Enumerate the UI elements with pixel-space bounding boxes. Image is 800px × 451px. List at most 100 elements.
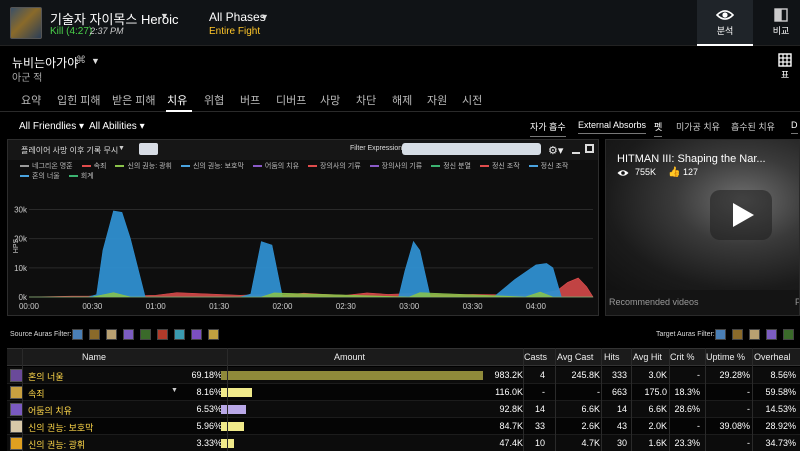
aura-icon[interactable] (140, 329, 151, 340)
tab-resources[interactable]: 자원 (427, 92, 447, 108)
y-tick-label: 0k (19, 293, 28, 302)
legend-item[interactable]: 정신 조작 (528, 162, 568, 172)
cell-overheal: 59.58% (765, 387, 796, 397)
aura-icon[interactable] (123, 329, 134, 340)
legend-item[interactable]: 장의사의 기류 (308, 162, 361, 172)
legend-swatch (180, 165, 190, 168)
col-amount[interactable]: Amount (334, 352, 365, 362)
legend-item[interactable]: 회계 (68, 172, 94, 182)
aura-icon[interactable] (732, 329, 743, 340)
tab-damage-done[interactable]: 입힌 피해 (57, 92, 101, 108)
tab-summary[interactable]: 요약 (21, 92, 41, 108)
phase-selector[interactable]: All Phases (209, 10, 266, 24)
graph-mode-select[interactable]: 플레이어 사망 이후 기록 무시 (21, 145, 118, 156)
series-area[interactable] (29, 210, 593, 298)
cell-hits: 663 (611, 387, 627, 397)
ability-name[interactable]: 어둠의 치유 (28, 404, 72, 417)
video-ad-panel[interactable]: HITMAN III: Shaping the Nar... 755K 👍 12… (605, 139, 800, 316)
aura-icon[interactable] (208, 329, 219, 340)
play-icon[interactable] (710, 190, 772, 240)
ability-name[interactable]: 속죄 (28, 387, 45, 400)
legend-item[interactable]: 네그리온 명훈 (20, 162, 73, 172)
table-row[interactable]: 신의 권능: 보호막 5.96% 84.7K 33 2.6K 43 2.0K -39.08% 2… (7, 418, 800, 435)
table-view-button[interactable]: 표 (772, 51, 798, 83)
option-self-absorbs[interactable]: 자가 흡수 (530, 120, 566, 137)
legend-swatch (308, 165, 318, 168)
legend-item[interactable]: 신의 권능: 보호막 (180, 162, 244, 172)
legend-item[interactable]: 정신 조작 (479, 162, 520, 172)
ability-name[interactable]: 신의 권능: 보호막 (28, 421, 93, 434)
tab-healing[interactable]: 치유 (167, 92, 187, 108)
legend-item[interactable]: 어둠의 치유 (252, 162, 299, 172)
aura-icon[interactable] (783, 329, 794, 340)
amount-bar (221, 371, 483, 380)
col-avg-cast[interactable]: Avg Cast (557, 352, 593, 362)
table-row[interactable]: 혼의 너울 69.18% 983.2K 4 245.8K 333 3.0K -29.28% 8.… (7, 367, 800, 384)
phase-dropdown-caret-icon[interactable]: ▼ (260, 12, 269, 22)
filter-expression-input[interactable] (402, 143, 541, 155)
x-tick-label: 00:30 (82, 302, 103, 311)
aura-icon[interactable] (174, 329, 185, 340)
legend-item[interactable]: 혼의 너울 (20, 172, 60, 182)
aura-icon[interactable] (72, 329, 83, 340)
minimize-icon[interactable] (572, 152, 580, 154)
legend-item[interactable]: 장의사의 기류 (369, 162, 422, 172)
option-external-absorbs[interactable]: External Absorbs (578, 120, 647, 134)
legend-item[interactable]: 신의 권능: 광휘 (115, 162, 172, 172)
expand-caret-icon[interactable]: ▼ (171, 387, 178, 394)
friendlies-filter[interactable]: All Friendlies ▾ (19, 121, 84, 132)
graph-mode-caret-icon[interactable]: ▼ (118, 145, 125, 152)
cell-casts: 10 (534, 438, 545, 448)
tab-threat[interactable]: 위협 (204, 92, 224, 108)
video-title[interactable]: HITMAN III: Shaping the Nar... (617, 153, 766, 165)
tab-buffs[interactable]: 버프 (240, 92, 260, 108)
aura-icon[interactable] (89, 329, 100, 340)
compare-button[interactable]: 비교 (762, 0, 800, 46)
tab-casts[interactable]: 시전 (462, 92, 482, 108)
aura-icon[interactable] (749, 329, 760, 340)
grid-icon (778, 53, 792, 67)
col-casts[interactable]: Casts (524, 352, 547, 362)
analyze-button[interactable]: 분석 (697, 0, 753, 46)
option-raw-healing[interactable]: 미가공 치유 (676, 120, 720, 133)
player-dropdown-caret-icon[interactable]: ▼ (91, 56, 100, 66)
col-overheal[interactable]: Overheal (754, 352, 791, 362)
table-row[interactable]: 어둠의 치유 6.53% 92.8K 14 6.6K 14 6.6K 28.6% -14.53% (7, 401, 800, 418)
cell-avg-hit: 3.0K (648, 370, 667, 380)
abilities-filter[interactable]: All Abilities ▾ (89, 121, 145, 132)
amount-percent: 6.53% (196, 404, 222, 414)
aura-icon[interactable] (715, 329, 726, 340)
legend-item[interactable]: 정신 분열 (431, 162, 471, 172)
legend-item[interactable]: 속죄 (81, 162, 106, 172)
ability-name[interactable]: 신의 권능: 광휘 (28, 438, 85, 451)
cell-casts: 33 (534, 421, 545, 431)
player-subtitle[interactable]: 아군 적 (12, 69, 42, 84)
recommended-more[interactable]: P (795, 297, 799, 307)
option-pets[interactable]: 펫 (654, 120, 663, 137)
maximize-icon[interactable] (585, 144, 594, 153)
recommended-videos-label[interactable]: Recommended videos (609, 297, 699, 307)
aura-icon[interactable] (191, 329, 202, 340)
col-uptime[interactable]: Uptime % (706, 352, 745, 362)
option-absorbed-healing[interactable]: 흡수된 치유 (731, 120, 775, 133)
tab-deaths[interactable]: 사망 (320, 92, 340, 108)
ability-name[interactable]: 혼의 너울 (28, 370, 64, 383)
col-hits[interactable]: Hits (604, 352, 620, 362)
aura-icon[interactable] (106, 329, 117, 340)
col-avg-hit[interactable]: Avg Hit (633, 352, 662, 362)
tab-damage-taken[interactable]: 받은 피해 (112, 92, 156, 108)
col-crit[interactable]: Crit % (670, 352, 695, 362)
option-more[interactable]: D (791, 120, 798, 134)
graph-toggle-chip[interactable] (139, 143, 158, 155)
table-row[interactable]: 신의 권능: 광휘 3.33% 47.4K 10 4.7K 30 1.6K 23.3% -34.… (7, 435, 800, 451)
table-row[interactable]: 속죄 ▼ 8.16% 116.0K - -663 175.0 18.3% -59.58% (7, 384, 800, 401)
gear-icon[interactable]: ⚙▾ (548, 144, 563, 157)
tab-interrupts[interactable]: 차단 (356, 92, 376, 108)
tab-dispels[interactable]: 해제 (392, 92, 412, 108)
tab-debuffs[interactable]: 디버프 (276, 92, 306, 108)
aura-icon[interactable] (157, 329, 168, 340)
boss-dropdown-caret-icon[interactable]: ▼ (160, 11, 169, 21)
aura-icon[interactable] (766, 329, 777, 340)
cell-hits: 14 (616, 404, 627, 414)
col-name[interactable]: Name (82, 352, 106, 362)
